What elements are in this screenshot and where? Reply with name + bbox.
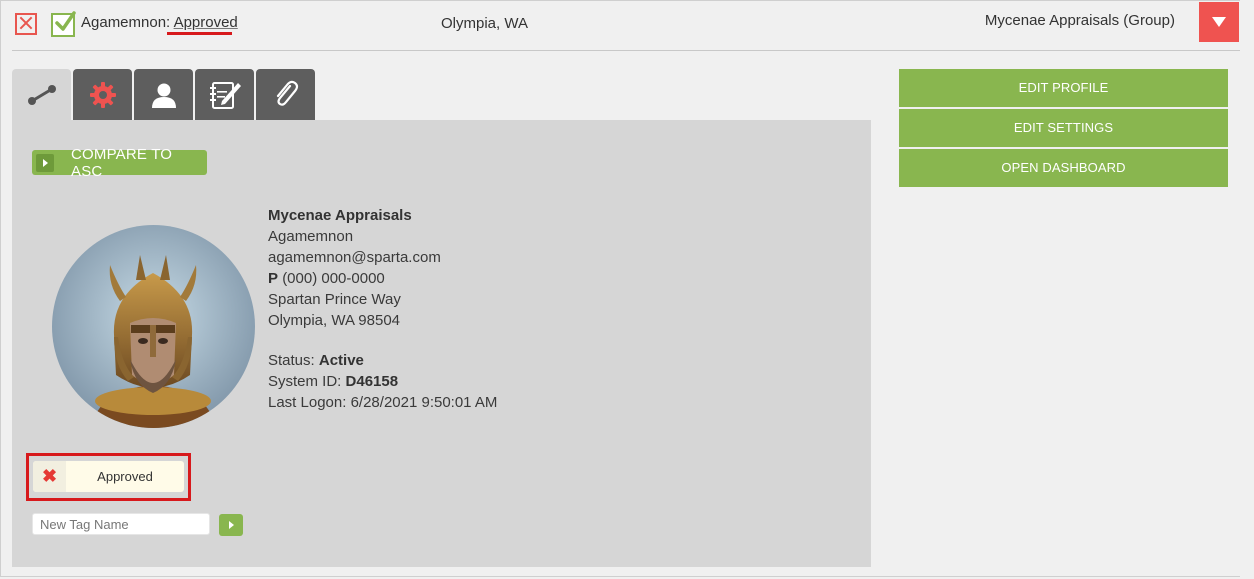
contact-phone: P (000) 000-0000 [268,268,497,289]
last-logon-label: Last Logon: [268,394,347,411]
link-icon [27,84,56,105]
contact-name: Agamemnon [268,228,354,245]
checkmark-icon[interactable] [51,11,76,37]
open-dashboard-button[interactable]: OPEN DASHBOARD [899,149,1228,187]
tag-highlight-box: ✖ Approved [26,453,191,501]
header-user-name: Agamemnon: [81,14,171,31]
header-location: Olympia, WA [441,15,528,32]
avatar [52,225,255,428]
tab-settings[interactable] [73,69,132,120]
tag-label: Approved [97,469,153,484]
status-line: Status: Active [268,350,497,371]
phone-label: P [268,270,279,287]
last-logon-value: 6/28/2021 9:50:01 AM [350,394,498,411]
compare-label: COMPARE TO ASC [70,145,173,180]
system-id-label: System ID: [268,373,342,390]
compare-to-asc-button[interactable]: COMPARE TO ASC [32,146,207,180]
close-icon[interactable] [15,13,37,35]
tag-chip: ✖ Approved [33,461,184,492]
new-tag-input[interactable] [32,513,210,535]
user-icon [151,83,176,108]
status-label: Status: [268,352,315,369]
notes-icon [209,81,241,109]
add-tag-button[interactable] [219,514,243,536]
header-user: Agamemnon: Approved [81,14,238,31]
tab-notes[interactable] [195,69,254,120]
header-group: Mycenae Appraisals (Group) [984,12,1175,29]
status-highlight-underline [167,32,232,35]
status-value: Active [318,352,364,369]
edit-profile-button[interactable]: EDIT PROFILE [899,69,1228,107]
last-logon-line: Last Logon: 6/28/2021 9:50:01 AM [268,392,497,413]
system-id-line: System ID: D46158 [268,371,497,392]
system-id-value: D46158 [345,373,399,390]
profile-info: Mycenae Appraisals Agamemnon agamemnon@s… [268,205,497,413]
header-bar: Agamemnon: Approved Olympia, WA Mycenae … [0,0,1240,50]
edit-settings-button[interactable]: EDIT SETTINGS [899,109,1228,147]
play-icon [36,153,54,172]
profile-panel: COMPARE TO ASC Mycenae Appraisals Agamem… [12,120,871,567]
address-line-1: Spartan Prince Way [268,291,401,308]
header-status-link[interactable]: Approved [174,14,238,31]
company-name: Mycenae Appraisals [268,207,412,224]
remove-tag-icon[interactable]: ✖ [33,461,66,492]
dropdown-toggle-button[interactable] [1199,2,1239,42]
action-buttons: EDIT PROFILE EDIT SETTINGS OPEN DASHBOAR… [899,69,1228,189]
tab-user[interactable] [134,69,193,120]
paperclip-icon [276,80,298,106]
contact-email[interactable]: agamemnon@sparta.com [268,247,497,268]
tab-attachments[interactable] [256,69,315,120]
gear-icon [89,81,116,108]
phone-value: (000) 000-0000 [282,270,385,287]
address-line-2: Olympia, WA 98504 [268,312,401,329]
scrollbar[interactable] [1240,0,1252,577]
header-divider [12,50,1240,51]
tab-link[interactable] [12,69,71,120]
